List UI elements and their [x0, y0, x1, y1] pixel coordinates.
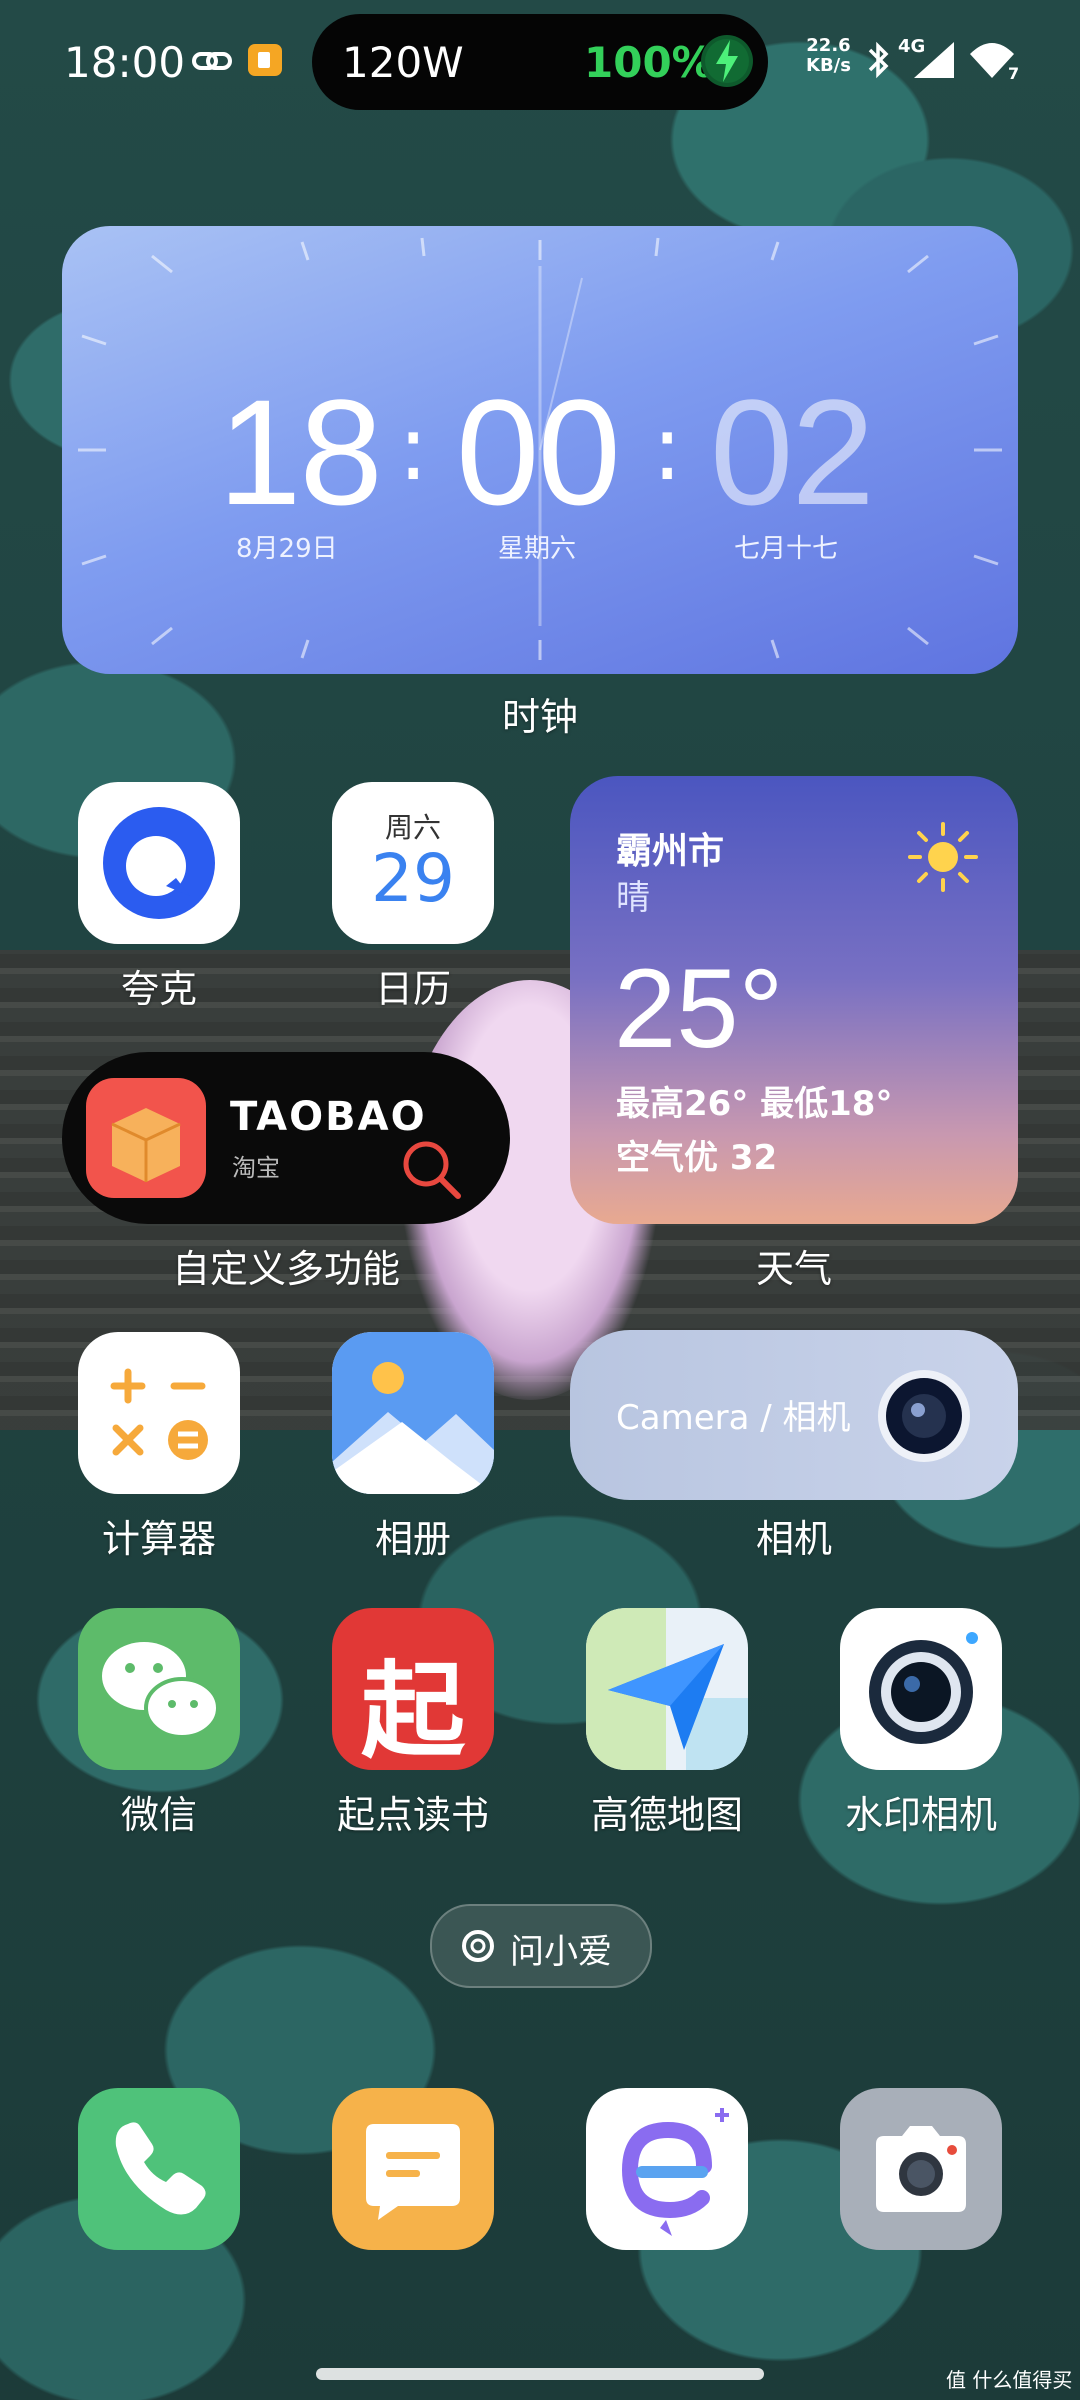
weather-temperature: 25° [614, 946, 784, 1071]
calculator-icon [110, 1368, 208, 1460]
clock-colon: : [398, 396, 429, 501]
camera-widget-text: Camera / 相机 [616, 1398, 851, 1438]
link-icon [192, 52, 232, 70]
gallery-icon [332, 1332, 494, 1494]
dock-browser[interactable] [586, 2088, 748, 2250]
battery-percent: 100% [584, 38, 714, 87]
map-navigation-icon [586, 1608, 748, 1770]
dock-phone[interactable] [78, 2088, 240, 2250]
weather-condition: 晴 [616, 878, 650, 918]
message-icon [366, 2124, 460, 2220]
app-gallery[interactable] [332, 1332, 494, 1494]
taobao-box-icon [86, 1078, 206, 1198]
app-wechat[interactable] [78, 1608, 240, 1770]
app-calculator-label: 计算器 [101, 1517, 216, 1561]
app-quark[interactable] [78, 782, 240, 944]
weather-high-low: 最高26° 最低18° [616, 1084, 893, 1124]
dock-messages[interactable] [332, 2088, 494, 2250]
phone-icon [115, 2122, 206, 2215]
ask-xiaoai-button[interactable]: 问小爱 [430, 1904, 652, 1988]
status-bar: 18:00 120W 100% 22.6 KB/s 4G 7 [0, 0, 1080, 120]
xiaoai-icon [462, 1930, 494, 1962]
app-amap-label: 高德地图 [590, 1793, 743, 1837]
camera-lens-icon [878, 1370, 970, 1462]
dock-camera[interactable] [840, 2088, 1002, 2250]
browser-icon [621, 2108, 729, 2236]
clock-date: 8月29日 [236, 534, 338, 564]
sun-icon [908, 822, 978, 892]
charge-power: 120W [342, 38, 464, 87]
qidian-glyph: 起 [360, 1650, 465, 1770]
calendar-day: 29 [371, 840, 455, 917]
home-indicator[interactable] [316, 2368, 764, 2380]
charging-pill: 120W 100% [312, 14, 768, 110]
weather-widget[interactable]: 霸州市 晴 25° 最高26° 最低18° 空气优 32 [570, 776, 1018, 1224]
taobao-widget[interactable]: TAOBAO 淘宝 [62, 1052, 510, 1224]
clock-minute: 00 [456, 368, 621, 536]
search-icon[interactable] [398, 1136, 466, 1204]
clock-widget[interactable]: 18 : 00 : 02 8月29日 星期六 七月十七 [62, 226, 1018, 674]
ask-xiaoai-label: 问小爱 [510, 1932, 612, 1972]
app-wechat-label: 微信 [120, 1793, 197, 1837]
app-amap[interactable] [586, 1608, 748, 1770]
signal-icon [914, 42, 954, 78]
taobao-brand: TAOBAO [230, 1094, 427, 1140]
clock-weekday: 星期六 [498, 534, 577, 564]
wechat-icon [102, 1642, 220, 1739]
camera-widget[interactable]: Camera / 相机 [570, 1330, 1018, 1500]
app-gallery-label: 相册 [374, 1517, 451, 1561]
charging-bolt-icon [701, 35, 753, 87]
app-watermark-camera-label: 水印相机 [844, 1793, 997, 1837]
camera-icon [876, 2126, 966, 2212]
clock-widget-label: 时钟 [501, 695, 578, 739]
source-watermark: 值 什么值得买 [946, 2368, 1073, 2392]
camera-widget-label: 相机 [755, 1517, 832, 1561]
notification-app-icon [248, 44, 282, 76]
taobao-sub: 淘宝 [232, 1154, 280, 1182]
weather-air-quality: 空气优 32 [616, 1138, 778, 1178]
quark-icon [103, 807, 215, 919]
clock-colon: : [652, 396, 683, 501]
clock-lunar: 七月十七 [734, 534, 839, 564]
app-calculator[interactable] [78, 1332, 240, 1494]
status-time: 18:00 [64, 38, 186, 87]
app-watermark-camera[interactable] [840, 1608, 1002, 1770]
weather-city: 霸州市 [616, 831, 725, 872]
app-quark-label: 夸克 [120, 967, 197, 1011]
clock-hour: 18 [218, 368, 383, 536]
app-qidian-label: 起点读书 [336, 1793, 489, 1837]
app-qidian[interactable]: 起 [332, 1608, 494, 1770]
net-speed: 22.6 KB/s [806, 35, 851, 76]
watermark-camera-icon [869, 1632, 978, 1744]
taobao-widget-label: 自定义多功能 [171, 1247, 400, 1291]
weather-widget-label: 天气 [755, 1247, 832, 1291]
app-calendar[interactable]: 周六 29 [332, 782, 494, 944]
app-calendar-label: 日历 [374, 967, 451, 1011]
bluetooth-icon [868, 41, 889, 79]
clock-second: 02 [710, 368, 875, 536]
wifi-badge: 7 [1008, 64, 1020, 83]
